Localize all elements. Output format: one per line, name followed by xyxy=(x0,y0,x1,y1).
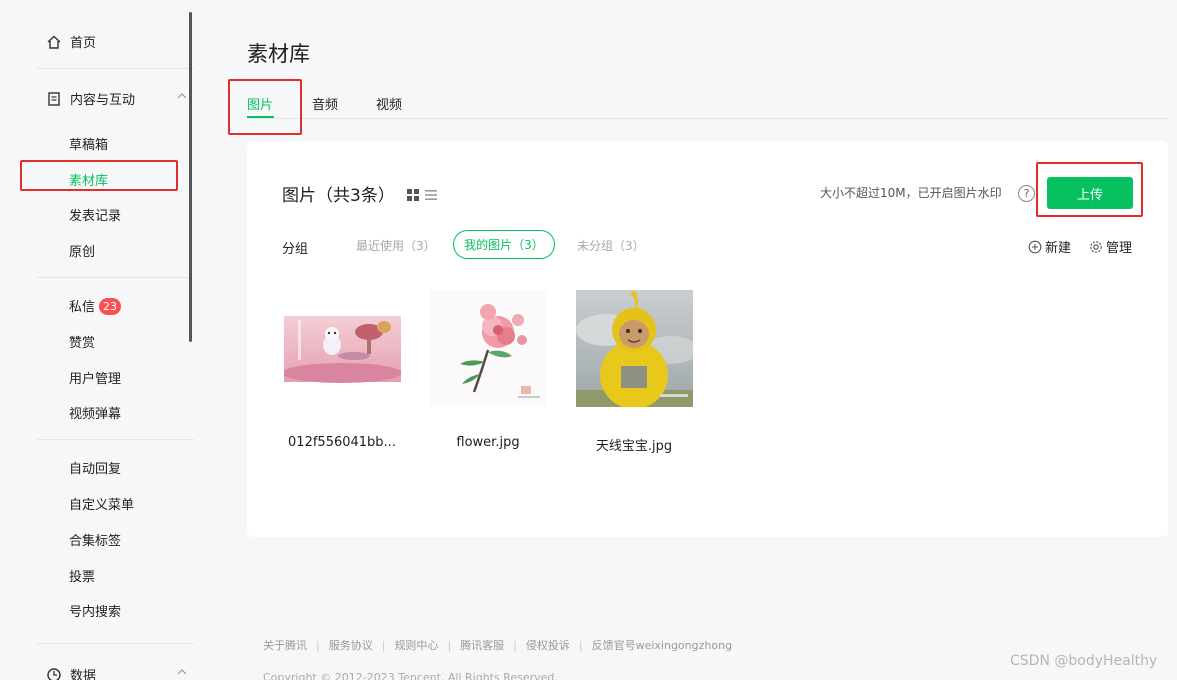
footer-separator: | xyxy=(578,638,583,652)
sidebar-item-rewards[interactable]: 赞赏 xyxy=(69,332,95,351)
sidebar-divider xyxy=(37,643,194,644)
nav-home[interactable]: 首页 xyxy=(46,32,96,51)
data-icon xyxy=(46,667,62,680)
plus-circle-icon xyxy=(1028,240,1042,254)
highlight-box-images-tab xyxy=(228,79,302,135)
image-library-panel: 图片（共3条） 大小不超过10M，已开启图片水印 ? 上传 分组 最近使用（3）… xyxy=(247,141,1168,537)
sidebar-item-users[interactable]: 用户管理 xyxy=(69,368,121,387)
nav-home-label: 首页 xyxy=(70,36,97,51)
sidebar-item-autoreply[interactable]: 自动回复 xyxy=(69,458,121,477)
chevron-up-icon xyxy=(176,90,188,102)
highlight-box-upload xyxy=(1036,162,1143,217)
group-label: 分组 xyxy=(282,242,309,257)
grid-view-icon[interactable] xyxy=(407,186,419,205)
home-icon xyxy=(46,34,62,50)
sidebar-item-messages[interactable]: 私信 23 xyxy=(69,296,122,315)
footer-link-feedback[interactable]: 反馈官号weixingongzhong xyxy=(592,637,732,653)
footer-separator: | xyxy=(381,638,386,652)
sidebar-divider xyxy=(37,439,194,440)
tab-video[interactable]: 视频 xyxy=(376,94,402,113)
footer-link-about[interactable]: 关于腾讯 xyxy=(263,637,307,653)
image-filename: 天线宝宝.jpg xyxy=(595,439,673,454)
highlight-box-library xyxy=(20,160,178,191)
manage-label: 管理 xyxy=(1106,241,1133,256)
page-title: 素材库 xyxy=(247,42,310,66)
manage-button[interactable]: 管理 xyxy=(1089,237,1132,256)
footer-link-rules[interactable]: 规则中心 xyxy=(394,637,438,653)
tabs-divider xyxy=(247,118,1168,119)
new-label: 新建 xyxy=(1045,241,1072,256)
nav-content-section[interactable]: 内容与互动 xyxy=(46,89,187,108)
sidebar-scrollbar[interactable] xyxy=(189,12,192,342)
image-filename: 012f556041bb... xyxy=(288,435,396,450)
image-thumbnail[interactable] xyxy=(576,290,693,407)
sidebar-item-search[interactable]: 号内搜索 xyxy=(69,601,121,620)
footer-separator: | xyxy=(316,638,320,652)
copyright: Copyright © 2012-2023 Tencent. All Right… xyxy=(263,671,558,680)
cartoon-scene-image xyxy=(284,290,401,407)
filter-my-images[interactable]: 我的图片（3） xyxy=(453,230,555,259)
image-thumbnail[interactable] xyxy=(430,290,547,407)
sidebar-item-custom-menu[interactable]: 自定义菜单 xyxy=(69,494,134,513)
footer-link-terms[interactable]: 服务协议 xyxy=(329,637,373,653)
flower-image xyxy=(430,290,547,407)
nav-content-label: 内容与互动 xyxy=(70,93,136,108)
sidebar-item-published[interactable]: 发表记录 xyxy=(69,205,121,224)
panel-title: 图片（共3条） xyxy=(282,186,395,206)
sidebar-item-label: 私信 xyxy=(69,300,96,315)
footer-links: 关于腾讯 | 服务协议 | 规则中心 | 腾讯客服 | 侵权投诉 | 反馈官号w… xyxy=(263,637,732,653)
footer-link-support[interactable]: 腾讯客服 xyxy=(460,637,504,653)
nav-data-label: 数据 xyxy=(70,669,97,680)
document-icon xyxy=(46,91,62,107)
tab-audio[interactable]: 音频 xyxy=(312,94,338,113)
filter-ungrouped[interactable]: 未分组（3） xyxy=(577,237,645,254)
nav-data-section[interactable]: 数据 xyxy=(46,665,187,680)
upload-hint: 大小不超过10M，已开启图片水印 xyxy=(820,186,1002,200)
sidebar-divider xyxy=(37,68,194,69)
image-filename: flower.jpg xyxy=(456,435,520,450)
unread-badge: 23 xyxy=(99,298,122,315)
footer-separator: | xyxy=(513,638,517,652)
view-toggle xyxy=(407,186,437,205)
image-thumbnail[interactable] xyxy=(284,290,401,407)
sidebar-item-vote[interactable]: 投票 xyxy=(69,566,95,585)
footer-separator: | xyxy=(447,638,452,652)
sidebar-item-original[interactable]: 原创 xyxy=(69,241,95,260)
footer-link-complaint[interactable]: 侵权投诉 xyxy=(526,637,570,653)
filter-recent[interactable]: 最近使用（3） xyxy=(356,237,436,254)
sidebar-item-collection-tags[interactable]: 合集标签 xyxy=(69,530,121,549)
sidebar-divider xyxy=(37,277,194,278)
sidebar: 首页 内容与互动 草稿箱 素材库 发表记录 原创 私信 23 赞赏 用户管理 视频… xyxy=(0,0,196,680)
watermark: CSDN @bodyHealthy xyxy=(1010,653,1158,669)
help-icon[interactable]: ? xyxy=(1018,185,1035,202)
gear-icon xyxy=(1089,240,1103,254)
new-group-button[interactable]: 新建 xyxy=(1028,237,1071,256)
sidebar-item-danmaku[interactable]: 视频弹幕 xyxy=(69,403,121,422)
list-view-icon[interactable] xyxy=(425,186,437,205)
teletubby-image xyxy=(576,290,693,407)
chevron-up-icon xyxy=(176,666,188,678)
sidebar-item-drafts[interactable]: 草稿箱 xyxy=(69,134,108,153)
